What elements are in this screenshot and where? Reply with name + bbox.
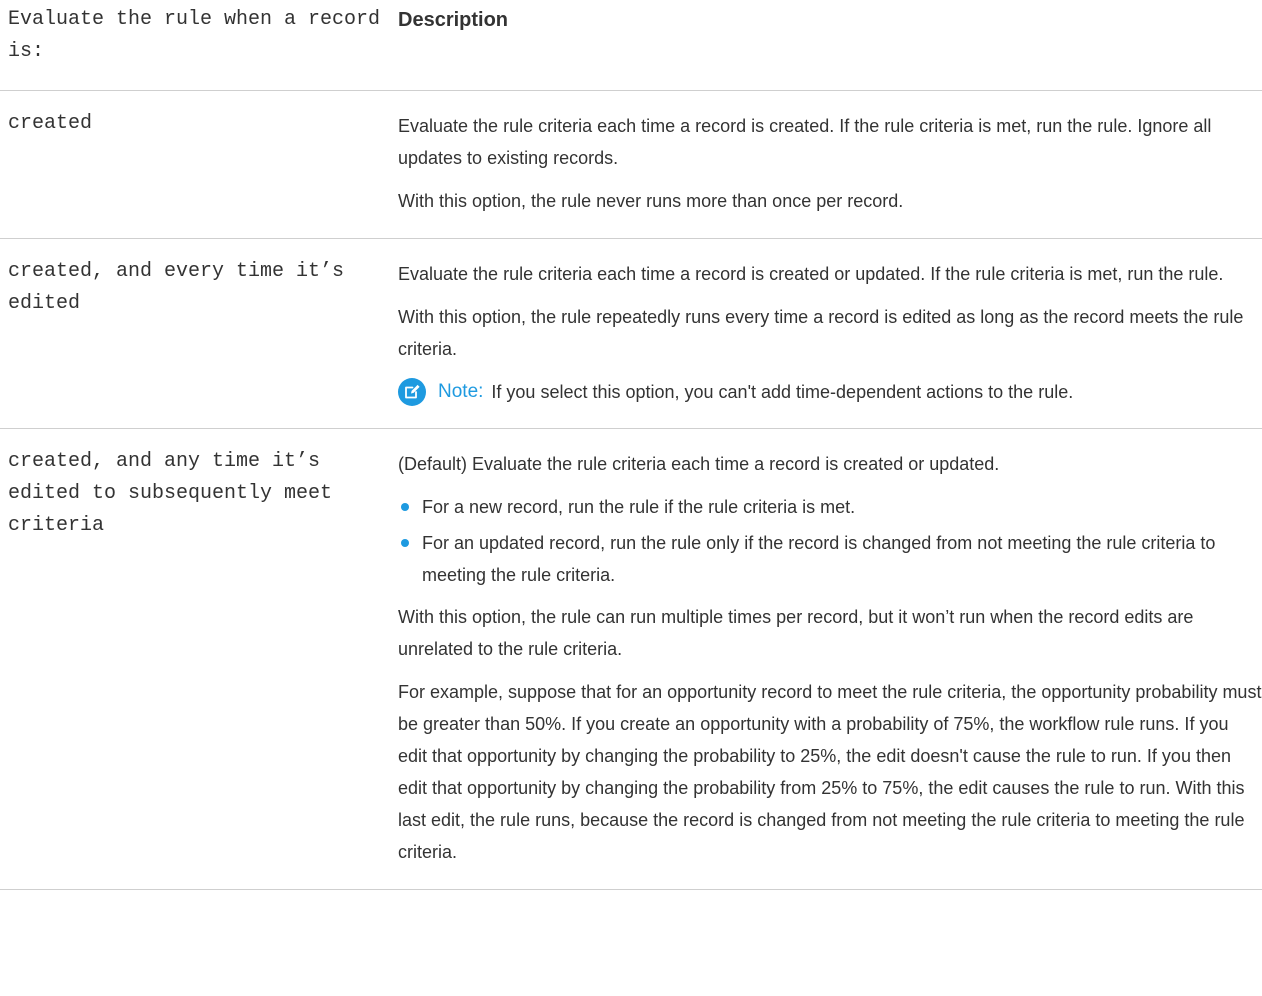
- header-evaluate-option: Evaluate the rule when a record is:: [0, 0, 398, 91]
- description-paragraph: With this option, the rule never runs mo…: [398, 191, 904, 211]
- description-cell: (Default) Evaluate the rule criteria eac…: [398, 428, 1262, 890]
- description-paragraph: For example, suppose that for an opportu…: [398, 682, 1262, 862]
- evaluation-criteria-table: Evaluate the rule when a record is: Desc…: [0, 0, 1262, 890]
- description-paragraph: With this option, the rule can run multi…: [398, 607, 1194, 659]
- edit-note-icon: [398, 378, 426, 406]
- description-intro: (Default) Evaluate the rule criteria eac…: [398, 454, 1000, 474]
- description-paragraph: Evaluate the rule criteria each time a r…: [398, 116, 1212, 168]
- option-created: created: [0, 90, 398, 239]
- description-paragraph: Evaluate the rule criteria each time a r…: [398, 264, 1224, 284]
- table-row-created: created Evaluate the rule criteria each …: [0, 90, 1262, 239]
- option-created-meet-criteria: created, and any time it’s edited to sub…: [0, 428, 398, 890]
- table-row-created-meet-criteria: created, and any time it’s edited to sub…: [0, 428, 1262, 890]
- table-header-row: Evaluate the rule when a record is: Desc…: [0, 0, 1262, 91]
- description-paragraph: With this option, the rule repeatedly ru…: [398, 307, 1244, 359]
- note-text: If you select this option, you can't add…: [491, 382, 1074, 402]
- description-cell: Evaluate the rule criteria each time a r…: [398, 238, 1262, 429]
- list-item: For an updated record, run the rule only…: [398, 527, 1262, 591]
- description-cell: Evaluate the rule criteria each time a r…: [398, 90, 1262, 239]
- header-description: Description: [398, 0, 1262, 91]
- note-label: Note:: [438, 381, 484, 402]
- note-callout: Note: If you select this option, you can…: [398, 376, 1262, 408]
- bullet-list: For a new record, run the rule if the ru…: [398, 491, 1262, 591]
- list-item: For a new record, run the rule if the ru…: [398, 491, 1262, 523]
- table-row-created-every-edit: created, and every time it’s edited Eval…: [0, 238, 1262, 429]
- option-created-every-edit: created, and every time it’s edited: [0, 238, 398, 429]
